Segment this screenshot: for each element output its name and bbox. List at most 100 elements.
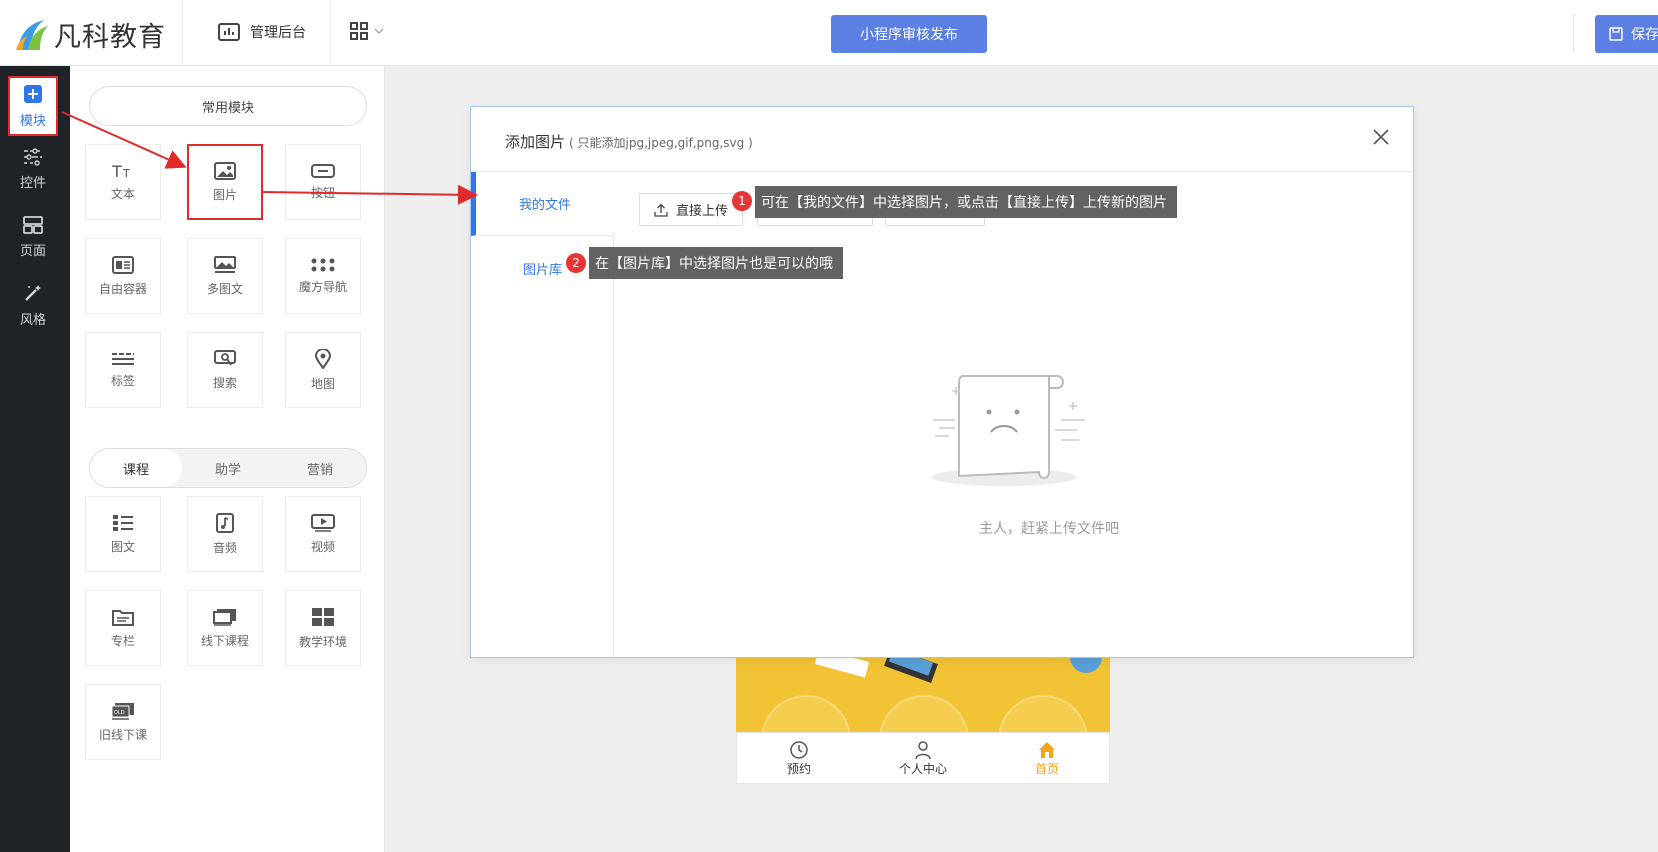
tooltip-step-1: 可在【我的文件】中选择图片，或点击【直接上传】上传新的图片 <box>755 186 1177 218</box>
sliders-icon <box>24 147 42 166</box>
module-label: 线下课程 <box>200 633 249 648</box>
module-offline-course[interactable]: 线下课程 <box>187 590 263 666</box>
module-map[interactable]: 地图 <box>285 332 361 408</box>
module-label: 搜索 <box>212 375 237 390</box>
tab-my-files[interactable]: 我的文件 <box>471 172 614 236</box>
nav-label: 模块 <box>19 113 46 129</box>
grid-icon <box>350 22 368 40</box>
divider <box>182 0 183 66</box>
environment-icon <box>312 607 334 626</box>
module-teaching-env[interactable]: 教学环境 <box>285 590 361 666</box>
divider <box>1573 14 1574 52</box>
module-tag[interactable]: 标签 <box>85 332 161 408</box>
module-search[interactable]: 搜索 <box>187 332 263 408</box>
nav-item-pages[interactable]: 页面 <box>0 206 66 268</box>
left-nav: 模块 控件 页面 风格 <box>0 66 70 852</box>
module-label: 旧线下课 <box>98 727 147 742</box>
magic-wand-icon <box>25 284 41 301</box>
tab-course[interactable]: 课程 <box>90 449 182 487</box>
module-cube-nav[interactable]: 魔方导航 <box>285 238 361 314</box>
apps-menu-button[interactable] <box>350 22 384 40</box>
module-category-tabs: 课程 助学 营销 <box>89 448 367 488</box>
tab-marketing[interactable]: 营销 <box>274 449 366 487</box>
search-icon <box>214 349 236 366</box>
plus-square-icon <box>24 84 42 103</box>
dialog-subtitle: ( 只能添加jpg,jpeg,gif,png,svg ) <box>569 136 753 150</box>
module-label: 视频 <box>310 539 335 554</box>
nav-item-controls[interactable]: 控件 <box>0 138 66 200</box>
save-icon <box>1609 27 1623 41</box>
common-modules-header[interactable]: 常用模块 <box>89 86 367 126</box>
phone-tab-profile[interactable]: 个人中心 <box>861 733 985 783</box>
module-audio[interactable]: 音频 <box>187 496 263 572</box>
layout-icon <box>23 215 43 234</box>
empty-state-text: 主人，赶紧上传文件吧 <box>979 521 1119 537</box>
module-label: 音频 <box>212 540 237 555</box>
publish-button[interactable]: 小程序审核发布 <box>831 15 987 53</box>
nav-label: 页面 <box>19 243 46 259</box>
multi-image-icon <box>214 255 236 273</box>
module-multi-article[interactable]: 多图文 <box>187 238 263 314</box>
module-column[interactable]: 专栏 <box>85 590 161 666</box>
phone-tab-label: 首页 <box>1034 761 1059 776</box>
article-icon <box>113 514 133 531</box>
home-icon <box>1039 741 1055 758</box>
chevron-down-icon <box>374 28 384 34</box>
module-label: 教学环境 <box>298 634 347 649</box>
brand-logo[interactable]: 凡科教育 <box>14 14 166 54</box>
empty-file-icon <box>932 375 1085 486</box>
bar-chart-icon <box>218 23 240 41</box>
module-label: 魔方导航 <box>298 279 347 294</box>
container-icon <box>112 255 134 274</box>
dots-grid-icon <box>311 258 335 271</box>
logo-mark-icon <box>14 16 50 52</box>
module-old-offline[interactable]: OLD 旧线下课 <box>85 684 161 760</box>
module-panel: 常用模块 TT 文本 图片 按钮 自由容器 多图文 魔方导航 标签 搜索 地图 … <box>70 66 385 852</box>
button-icon <box>311 163 335 178</box>
nav-label: 控件 <box>19 175 46 191</box>
divider <box>330 0 331 66</box>
video-icon <box>311 513 335 532</box>
module-button[interactable]: 按钮 <box>285 144 361 220</box>
module-label: 图片 <box>212 187 237 202</box>
upload-label: 直接上传 <box>675 204 728 219</box>
module-image[interactable]: 图片 <box>187 144 263 220</box>
step-badge: 1 <box>732 191 752 211</box>
module-label: 多图文 <box>206 281 243 296</box>
phone-tab-booking[interactable]: 预约 <box>737 733 861 783</box>
admin-link[interactable]: 管理后台 <box>218 22 306 42</box>
module-article[interactable]: 图文 <box>85 496 161 572</box>
close-icon[interactable] <box>1371 127 1391 147</box>
nav-item-modules[interactable]: 模块 <box>8 76 58 136</box>
folder-icon <box>112 609 134 626</box>
tag-lines-icon <box>112 352 134 365</box>
save-button[interactable]: 保存 <box>1595 15 1658 53</box>
image-icon <box>214 161 236 180</box>
add-image-dialog: 添加图片( 只能添加jpg,jpeg,gif,png,svg ) 我的文件 图片… <box>470 106 1414 658</box>
module-label: 专栏 <box>110 633 135 648</box>
audio-icon <box>216 512 234 533</box>
module-text[interactable]: TT 文本 <box>85 144 161 220</box>
brand-name: 凡科教育 <box>54 21 166 53</box>
module-video[interactable]: 视频 <box>285 496 361 572</box>
step-badge: 2 <box>566 253 586 273</box>
dialog-title: 添加图片( 只能添加jpg,jpeg,gif,png,svg ) <box>505 131 753 152</box>
tooltip-step-2: 在【图片库】中选择图片也是可以的哦 <box>589 247 843 279</box>
svg-text:T: T <box>112 163 122 179</box>
module-label: 文本 <box>110 186 135 201</box>
nav-label: 风格 <box>19 312 46 328</box>
tab-assist[interactable]: 助学 <box>182 449 274 487</box>
module-free-container[interactable]: 自由容器 <box>85 238 161 314</box>
top-bar: 凡科教育 管理后台 小程序审核发布 保存 <box>0 0 1658 66</box>
direct-upload-button[interactable]: 直接上传 <box>639 193 743 226</box>
clock-icon <box>790 740 808 759</box>
map-pin-icon <box>315 348 331 369</box>
nav-item-style[interactable]: 风格 <box>0 274 66 336</box>
offline-course-icon <box>213 608 236 626</box>
phone-tab-home[interactable]: 首页 <box>985 733 1109 783</box>
save-label: 保存 <box>1631 27 1658 43</box>
phone-tabbar: 预约 个人中心 首页 <box>736 732 1110 784</box>
module-label: 自由容器 <box>98 281 147 296</box>
dialog-tabs: 我的文件 图片库 <box>471 172 614 657</box>
module-label: 按钮 <box>310 185 335 200</box>
